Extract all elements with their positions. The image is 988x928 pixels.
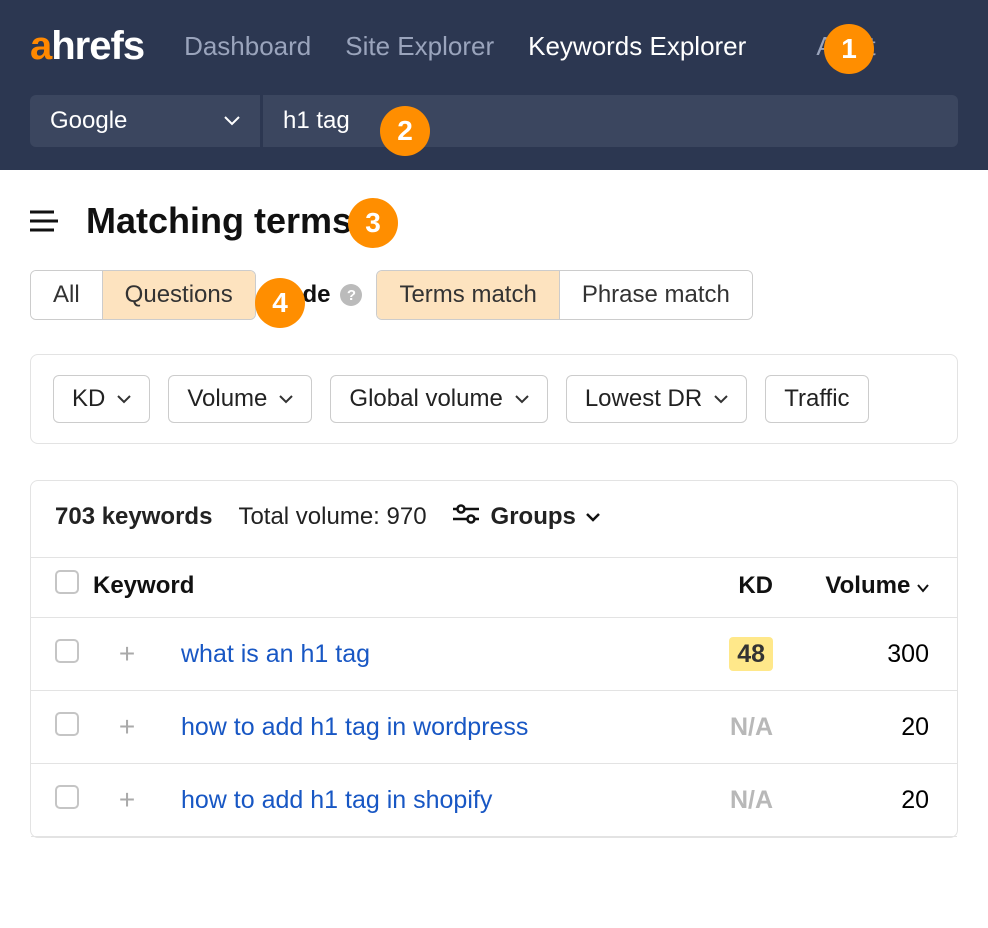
logo[interactable]: ahrefs xyxy=(30,24,144,69)
filters-card: KD Volume Global volume Lowest DR Traffi… xyxy=(30,354,958,444)
col-kd[interactable]: KD xyxy=(677,558,787,618)
match-mode-segment: Terms match Phrase match xyxy=(376,270,752,320)
chevron-down-icon xyxy=(515,395,529,404)
tab-questions[interactable]: Questions xyxy=(103,271,255,319)
sort-desc-icon xyxy=(917,572,929,599)
search-row: Google h1 tag xyxy=(0,92,988,150)
search-engine-select[interactable]: Google xyxy=(30,95,260,147)
filter-global-volume[interactable]: Global volume xyxy=(330,375,547,423)
volume-value: 300 xyxy=(787,618,957,691)
menu-icon[interactable] xyxy=(30,210,58,232)
groups-toggle[interactable]: Groups xyxy=(453,503,600,531)
table-row: + what is an h1 tag 48 300 xyxy=(31,618,957,691)
kd-na: N/A xyxy=(730,713,773,741)
chevron-down-icon xyxy=(279,395,293,404)
expand-icon[interactable]: + xyxy=(117,784,137,816)
chevron-down-icon xyxy=(714,395,728,404)
keyword-input[interactable]: h1 tag xyxy=(263,95,958,147)
nav-dashboard[interactable]: Dashboard xyxy=(184,31,311,62)
tab-all[interactable]: All xyxy=(31,271,103,319)
sliders-icon xyxy=(453,503,479,531)
total-volume: Total volume: 970 xyxy=(238,503,426,531)
keyword-link[interactable]: what is an h1 tag xyxy=(181,640,370,668)
page-title: Matching terms xyxy=(86,200,352,242)
tab-phrase-match[interactable]: Phrase match xyxy=(560,271,752,319)
chevron-down-icon xyxy=(586,513,600,522)
filter-kd[interactable]: KD xyxy=(53,375,150,423)
annotation-badge-4: 4 xyxy=(255,278,305,328)
help-icon[interactable]: ? xyxy=(340,284,362,306)
kd-na: N/A xyxy=(730,786,773,814)
volume-value: 20 xyxy=(787,691,957,764)
row-checkbox[interactable] xyxy=(55,712,79,736)
filter-lowest-dr[interactable]: Lowest DR xyxy=(566,375,747,423)
volume-value: 20 xyxy=(787,764,957,837)
keyword-link[interactable]: how to add h1 tag in wordpress xyxy=(181,713,528,741)
kd-value: 48 xyxy=(729,637,773,671)
filter-type-segment: All Questions xyxy=(30,270,256,320)
col-keyword[interactable]: Keyword xyxy=(93,558,677,618)
results-meta: 703 keywords Total volume: 970 Groups xyxy=(31,481,957,557)
expand-icon[interactable]: + xyxy=(117,638,137,670)
col-volume[interactable]: Volume xyxy=(787,558,957,618)
nav-site-explorer[interactable]: Site Explorer xyxy=(345,31,494,62)
select-all-checkbox[interactable] xyxy=(55,570,79,594)
row-checkbox[interactable] xyxy=(55,639,79,663)
logo-letter-a: a xyxy=(30,24,51,69)
content: 3 4 Matching terms All Questions xxde ? … xyxy=(0,170,988,838)
keyword-link[interactable]: how to add h1 tag in shopify xyxy=(181,786,492,814)
filter-traffic[interactable]: Traffic xyxy=(765,375,868,423)
row-checkbox[interactable] xyxy=(55,785,79,809)
annotation-badge-3: 3 xyxy=(348,198,398,248)
logo-rest: hrefs xyxy=(51,24,144,69)
results-table: Keyword KD Volume + what is an h1 tag 48… xyxy=(31,557,957,837)
nav-keywords-explorer[interactable]: Keywords Explorer xyxy=(528,31,746,62)
keyword-count: 703 keywords xyxy=(55,503,212,531)
tabs-row: All Questions xxde ? Terms match Phrase … xyxy=(30,270,958,320)
title-row: Matching terms xyxy=(30,200,958,242)
table-row: + how to add h1 tag in wordpress N/A 20 xyxy=(31,691,957,764)
annotation-badge-2: 2 xyxy=(380,106,430,156)
tab-terms-match[interactable]: Terms match xyxy=(377,271,559,319)
annotation-badge-1: 1 xyxy=(824,24,874,74)
chevron-down-icon xyxy=(117,395,131,404)
keyword-input-value: h1 tag xyxy=(283,107,350,135)
chevron-down-icon xyxy=(224,116,240,126)
results-card: 703 keywords Total volume: 970 Groups Ke… xyxy=(30,480,958,838)
table-row: + how to add h1 tag in shopify N/A 20 xyxy=(31,764,957,837)
search-engine-label: Google xyxy=(50,107,127,135)
filter-volume[interactable]: Volume xyxy=(168,375,312,423)
expand-icon[interactable]: + xyxy=(117,711,137,743)
